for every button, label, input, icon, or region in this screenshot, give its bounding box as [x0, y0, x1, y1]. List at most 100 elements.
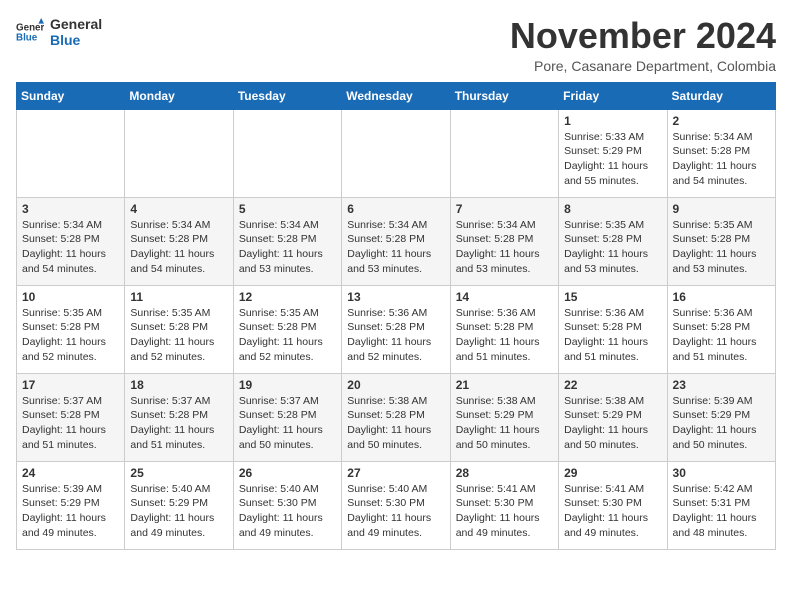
calendar-cell: 12 Sunrise: 5:35 AM Sunset: 5:28 PM Dayli…: [233, 285, 341, 373]
calendar-body: 1Sunrise: 5:33 AM Sunset: 5:29 PM Daylig…: [17, 109, 776, 549]
calendar-week-4: 17Sunrise: 5:37 AM Sunset: 5:28 PM Dayli…: [17, 373, 776, 461]
calendar-cell: 10 Sunrise: 5:35 AM Sunset: 5:28 PM Dayli…: [17, 285, 125, 373]
calendar-cell: 26Sunrise: 5:40 AM Sunset: 5:30 PM Dayli…: [233, 461, 341, 549]
calendar-cell: 29 Sunrise: 5:41 AM Sunset: 5:30 PM Dayli…: [559, 461, 667, 549]
logo: General Blue General Blue: [16, 16, 102, 48]
day-number: 5: [239, 202, 336, 216]
day-number: 9: [673, 202, 770, 216]
day-info: Sunrise: 5:34 AM Sunset: 5:28 PM Dayligh…: [347, 218, 444, 277]
day-info: Sunrise: 5:34 AM Sunset: 5:28 PM Dayligh…: [456, 218, 553, 277]
calendar-cell: 5 Sunrise: 5:34 AM Sunset: 5:28 PM Daylig…: [233, 197, 341, 285]
logo-line1: General: [50, 16, 102, 32]
day-info: Sunrise: 5:34 AM Sunset: 5:28 PM Dayligh…: [130, 218, 227, 277]
day-header-saturday: Saturday: [667, 82, 775, 109]
day-info: Sunrise: 5:38 AM Sunset: 5:28 PM Dayligh…: [347, 394, 444, 453]
calendar-cell: 1Sunrise: 5:33 AM Sunset: 5:29 PM Daylig…: [559, 109, 667, 197]
calendar-cell: [125, 109, 233, 197]
day-info: Sunrise: 5:41 AM Sunset: 5:30 PM Dayligh…: [456, 482, 553, 541]
calendar-cell: [17, 109, 125, 197]
day-info: Sunrise: 5:35 AM Sunset: 5:28 PM Dayligh…: [22, 306, 119, 365]
logo-icon: General Blue: [16, 18, 44, 46]
day-info: Sunrise: 5:39 AM Sunset: 5:29 PM Dayligh…: [673, 394, 770, 453]
day-info: Sunrise: 5:36 AM Sunset: 5:28 PM Dayligh…: [673, 306, 770, 365]
calendar-cell: 7 Sunrise: 5:34 AM Sunset: 5:28 PM Daylig…: [450, 197, 558, 285]
calendar-cell: 13 Sunrise: 5:36 AM Sunset: 5:28 PM Dayli…: [342, 285, 450, 373]
day-number: 11: [130, 290, 227, 304]
day-info: Sunrise: 5:34 AM Sunset: 5:28 PM Dayligh…: [239, 218, 336, 277]
day-info: Sunrise: 5:37 AM Sunset: 5:28 PM Dayligh…: [130, 394, 227, 453]
calendar-cell: 19Sunrise: 5:37 AM Sunset: 5:28 PM Dayli…: [233, 373, 341, 461]
calendar-cell: 23 Sunrise: 5:39 AM Sunset: 5:29 PM Dayli…: [667, 373, 775, 461]
day-number: 1: [564, 114, 661, 128]
day-info: Sunrise: 5:36 AM Sunset: 5:28 PM Dayligh…: [456, 306, 553, 365]
day-number: 7: [456, 202, 553, 216]
calendar-cell: 4 Sunrise: 5:34 AM Sunset: 5:28 PM Daylig…: [125, 197, 233, 285]
calendar-cell: [450, 109, 558, 197]
day-number: 4: [130, 202, 227, 216]
calendar-cell: 17Sunrise: 5:37 AM Sunset: 5:28 PM Dayli…: [17, 373, 125, 461]
day-header-friday: Friday: [559, 82, 667, 109]
calendar-cell: 8Sunrise: 5:35 AM Sunset: 5:28 PM Daylig…: [559, 197, 667, 285]
day-number: 3: [22, 202, 119, 216]
day-number: 6: [347, 202, 444, 216]
calendar-cell: 15Sunrise: 5:36 AM Sunset: 5:28 PM Dayli…: [559, 285, 667, 373]
calendar-cell: 6 Sunrise: 5:34 AM Sunset: 5:28 PM Daylig…: [342, 197, 450, 285]
day-number: 18: [130, 378, 227, 392]
calendar-cell: 3 Sunrise: 5:34 AM Sunset: 5:28 PM Daylig…: [17, 197, 125, 285]
calendar-cell: 16 Sunrise: 5:36 AM Sunset: 5:28 PM Dayli…: [667, 285, 775, 373]
day-header-monday: Monday: [125, 82, 233, 109]
day-info: Sunrise: 5:41 AM Sunset: 5:30 PM Dayligh…: [564, 482, 661, 541]
day-header-tuesday: Tuesday: [233, 82, 341, 109]
day-header-wednesday: Wednesday: [342, 82, 450, 109]
calendar-cell: 9Sunrise: 5:35 AM Sunset: 5:28 PM Daylig…: [667, 197, 775, 285]
day-info: Sunrise: 5:34 AM Sunset: 5:28 PM Dayligh…: [673, 130, 770, 189]
day-number: 28: [456, 466, 553, 480]
logo-line2: Blue: [50, 32, 102, 48]
day-info: Sunrise: 5:35 AM Sunset: 5:28 PM Dayligh…: [239, 306, 336, 365]
day-number: 30: [673, 466, 770, 480]
day-number: 20: [347, 378, 444, 392]
day-number: 21: [456, 378, 553, 392]
calendar-cell: 25Sunrise: 5:40 AM Sunset: 5:29 PM Dayli…: [125, 461, 233, 549]
calendar-cell: 18 Sunrise: 5:37 AM Sunset: 5:28 PM Dayli…: [125, 373, 233, 461]
calendar-cell: 27Sunrise: 5:40 AM Sunset: 5:30 PM Dayli…: [342, 461, 450, 549]
calendar-week-1: 1Sunrise: 5:33 AM Sunset: 5:29 PM Daylig…: [17, 109, 776, 197]
calendar-cell: [233, 109, 341, 197]
calendar-cell: 28 Sunrise: 5:41 AM Sunset: 5:30 PM Dayli…: [450, 461, 558, 549]
calendar-header-row: SundayMondayTuesdayWednesdayThursdayFrid…: [17, 82, 776, 109]
day-number: 24: [22, 466, 119, 480]
day-info: Sunrise: 5:37 AM Sunset: 5:28 PM Dayligh…: [239, 394, 336, 453]
day-header-thursday: Thursday: [450, 82, 558, 109]
day-info: Sunrise: 5:40 AM Sunset: 5:30 PM Dayligh…: [239, 482, 336, 541]
day-number: 13: [347, 290, 444, 304]
calendar-cell: 2Sunrise: 5:34 AM Sunset: 5:28 PM Daylig…: [667, 109, 775, 197]
calendar-cell: 24 Sunrise: 5:39 AM Sunset: 5:29 PM Dayli…: [17, 461, 125, 549]
day-info: Sunrise: 5:34 AM Sunset: 5:28 PM Dayligh…: [22, 218, 119, 277]
day-number: 22: [564, 378, 661, 392]
calendar-cell: 11 Sunrise: 5:35 AM Sunset: 5:28 PM Dayli…: [125, 285, 233, 373]
calendar-cell: 21Sunrise: 5:38 AM Sunset: 5:29 PM Dayli…: [450, 373, 558, 461]
calendar-week-5: 24 Sunrise: 5:39 AM Sunset: 5:29 PM Dayli…: [17, 461, 776, 549]
day-info: Sunrise: 5:37 AM Sunset: 5:28 PM Dayligh…: [22, 394, 119, 453]
day-number: 10: [22, 290, 119, 304]
calendar-cell: 20 Sunrise: 5:38 AM Sunset: 5:28 PM Dayli…: [342, 373, 450, 461]
day-info: Sunrise: 5:35 AM Sunset: 5:28 PM Dayligh…: [564, 218, 661, 277]
day-number: 16: [673, 290, 770, 304]
day-number: 27: [347, 466, 444, 480]
page-header: General Blue General Blue November 2024 …: [16, 16, 776, 74]
day-info: Sunrise: 5:36 AM Sunset: 5:28 PM Dayligh…: [564, 306, 661, 365]
calendar-cell: 30 Sunrise: 5:42 AM Sunset: 5:31 PM Dayli…: [667, 461, 775, 549]
month-title: November 2024: [510, 16, 776, 56]
day-number: 29: [564, 466, 661, 480]
calendar-cell: [342, 109, 450, 197]
day-info: Sunrise: 5:42 AM Sunset: 5:31 PM Dayligh…: [673, 482, 770, 541]
day-info: Sunrise: 5:39 AM Sunset: 5:29 PM Dayligh…: [22, 482, 119, 541]
day-info: Sunrise: 5:35 AM Sunset: 5:28 PM Dayligh…: [130, 306, 227, 365]
day-info: Sunrise: 5:36 AM Sunset: 5:28 PM Dayligh…: [347, 306, 444, 365]
calendar-cell: 22Sunrise: 5:38 AM Sunset: 5:29 PM Dayli…: [559, 373, 667, 461]
day-header-sunday: Sunday: [17, 82, 125, 109]
calendar: SundayMondayTuesdayWednesdayThursdayFrid…: [16, 82, 776, 550]
day-number: 25: [130, 466, 227, 480]
day-number: 12: [239, 290, 336, 304]
day-number: 23: [673, 378, 770, 392]
